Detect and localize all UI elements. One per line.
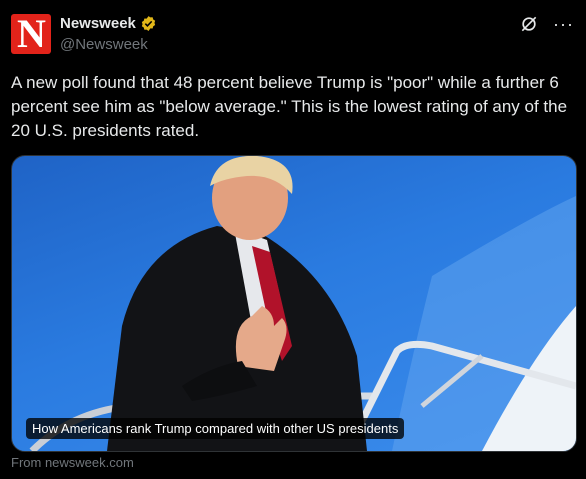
- photo-trump-stairs: [29, 156, 576, 451]
- handle[interactable]: @Newsweek: [60, 36, 148, 53]
- top-actions: ···: [519, 14, 574, 34]
- display-name[interactable]: Newsweek: [60, 15, 136, 32]
- avatar[interactable]: N: [11, 14, 51, 54]
- more-options-icon[interactable]: ···: [553, 14, 574, 34]
- verified-badge-icon: [140, 15, 157, 32]
- newsweek-logo: N: [17, 14, 46, 54]
- grok-icon[interactable]: [519, 14, 539, 34]
- link-card-image[interactable]: How Americans rank Trump compared with o…: [11, 155, 577, 452]
- author-name-row: Newsweek: [60, 15, 157, 32]
- tweet-text: A new poll found that 48 percent believe…: [11, 73, 568, 140]
- card-caption: How Americans rank Trump compared with o…: [26, 418, 405, 439]
- card-source[interactable]: From newsweek.com: [11, 455, 134, 470]
